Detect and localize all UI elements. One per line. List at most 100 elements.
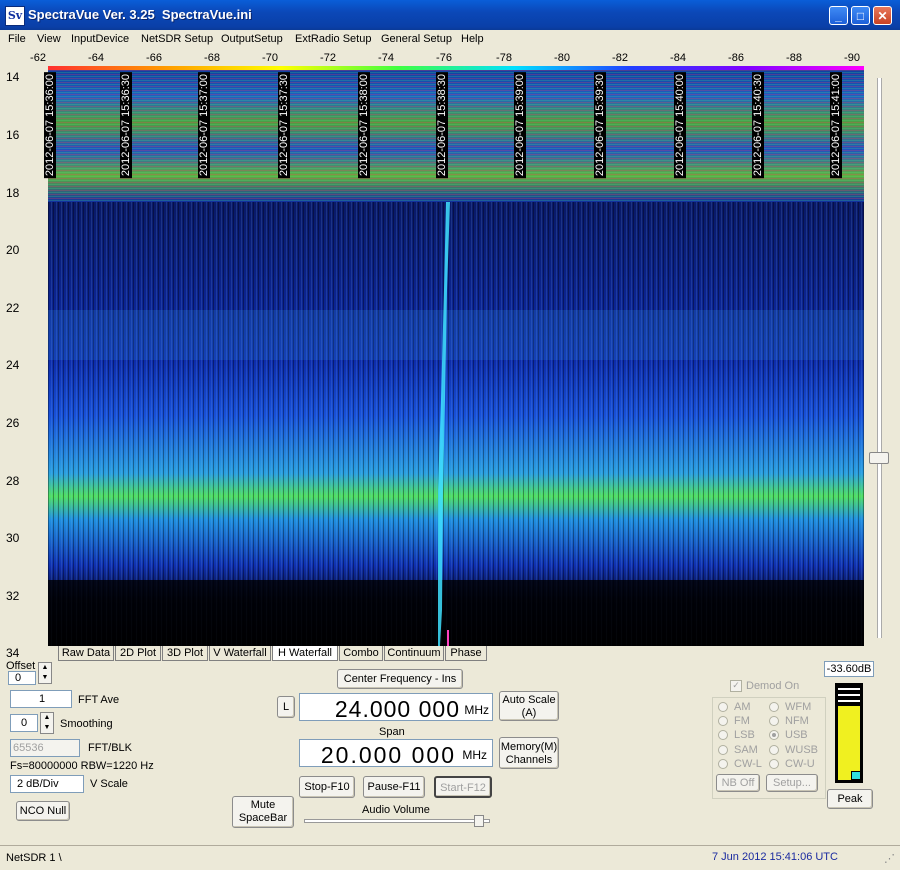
y-tick: 34 (6, 646, 20, 660)
freq-tick: -74 (378, 52, 394, 64)
mute-button[interactable]: Mute SpaceBar (232, 796, 294, 828)
audio-volume-label: Audio Volume (362, 804, 430, 816)
y-tick: 16 (6, 128, 20, 142)
radio-cw-u-label: CW-U (785, 758, 815, 770)
scale-slider-track[interactable] (877, 78, 882, 638)
freq-tick: -84 (670, 52, 686, 64)
menu-view[interactable]: View (37, 33, 61, 45)
tab-v-waterfall[interactable]: V Waterfall (209, 646, 271, 661)
auto-scale-button[interactable]: Auto Scale (A) (499, 691, 559, 721)
radio-wfm-label: WFM (785, 701, 812, 713)
nco-null-button[interactable]: NCO Null (16, 801, 70, 821)
tab-combo[interactable]: Combo (339, 646, 383, 661)
time-label: 2012-06-07 15:37:00 (198, 72, 210, 179)
span-value: 20.000 000 (320, 742, 456, 768)
menu-help[interactable]: Help (461, 33, 484, 45)
minimize-button[interactable]: _ (829, 6, 848, 25)
radio-fm[interactable] (718, 716, 728, 726)
span-display[interactable]: 20.000 000 MHz (299, 739, 493, 768)
radio-am-label: AM (734, 701, 751, 713)
menu-file[interactable]: File (8, 33, 26, 45)
tab-raw-data[interactable]: Raw Data (58, 646, 114, 661)
fft-blk-select[interactable]: 65536 (10, 739, 80, 757)
y-tick: 26 (6, 416, 20, 430)
time-label: 2012-06-07 15:36:00 (44, 72, 56, 179)
auto-scale-label-2: (A) (521, 707, 537, 719)
maximize-button[interactable]: □ (851, 6, 870, 25)
mute-label-1: Mute (250, 799, 276, 811)
menu-netsdr-setup[interactable]: NetSDR Setup (141, 33, 213, 45)
menu-inputdevice[interactable]: InputDevice (71, 33, 129, 45)
y-tick: 24 (6, 358, 20, 372)
stop-button[interactable]: Stop-F10 (299, 776, 355, 798)
demod-on-label: Demod On (746, 680, 800, 692)
scale-slider-thumb[interactable] (869, 452, 889, 464)
center-frequency-unit: MHz (464, 703, 489, 717)
nb-off-button[interactable]: NB Off (716, 774, 760, 792)
radio-usb[interactable] (769, 730, 779, 740)
radio-sam[interactable] (718, 745, 728, 755)
fft-ave-input[interactable]: 1 (10, 690, 72, 708)
y-tick: 18 (6, 186, 20, 200)
tab-3d-plot[interactable]: 3D Plot (162, 646, 208, 661)
smoothing-input[interactable]: 0 (10, 714, 38, 732)
tab-2d-plot[interactable]: 2D Plot (115, 646, 161, 661)
freq-tick: -72 (320, 52, 336, 64)
freq-tick: -64 (88, 52, 104, 64)
menu-general-setup[interactable]: General Setup (381, 33, 452, 45)
center-frequency-button[interactable]: Center Frequency - Ins (337, 669, 463, 689)
radio-nfm[interactable] (769, 716, 779, 726)
smoothing-spinner[interactable]: ▲ ▼ (40, 712, 54, 734)
y-tick: 20 (6, 243, 20, 257)
offset-spinner[interactable]: ▲ ▼ (38, 662, 52, 684)
y-tick: 14 (6, 70, 20, 84)
audio-volume-thumb[interactable] (474, 815, 484, 827)
vscale-select[interactable]: 2 dB/Div (10, 775, 84, 793)
l-button[interactable]: L (277, 696, 295, 718)
radio-cw-u[interactable] (769, 759, 779, 769)
freq-tick: -78 (496, 52, 512, 64)
y-tick: 28 (6, 474, 20, 488)
y-tick: 22 (6, 301, 20, 315)
pause-button[interactable]: Pause-F11 (363, 776, 425, 798)
menu-extradio-setup[interactable]: ExtRadio Setup (295, 33, 371, 45)
radio-wfm[interactable] (769, 702, 779, 712)
radio-cw-l[interactable] (718, 759, 728, 769)
setup-button[interactable]: Setup... (766, 774, 818, 792)
frequency-scale: -62 -64 -66 -68 -70 -72 -74 -76 -78 -80 … (0, 50, 900, 66)
radio-usb-label: USB (785, 729, 808, 741)
start-button[interactable]: Start-F12 (434, 776, 492, 798)
menu-bar: File View InputDevice NetSDR Setup Outpu… (0, 30, 900, 48)
radio-lsb[interactable] (718, 730, 728, 740)
close-button[interactable]: ✕ (873, 6, 892, 25)
demod-on-checkbox[interactable]: ✓ (730, 680, 742, 692)
tab-phase[interactable]: Phase (445, 646, 487, 661)
waterfall-display[interactable]: 2012-06-07 15:36:00 2012-06-07 15:36:30 … (44, 70, 864, 646)
tab-h-waterfall[interactable]: H Waterfall (272, 646, 338, 661)
freq-tick: -90 (844, 52, 860, 64)
meter-peak-marker (851, 771, 861, 780)
time-label: 2012-06-07 15:38:00 (358, 72, 370, 179)
freq-tick: -88 (786, 52, 802, 64)
radio-wusb-label: WUSB (785, 744, 818, 756)
title-bar[interactable]: Sv SpectraVue Ver. 3.25 SpectraVue.ini _… (0, 0, 900, 30)
time-label: 2012-06-07 15:38:30 (436, 72, 448, 179)
radio-am[interactable] (718, 702, 728, 712)
radio-wusb[interactable] (769, 745, 779, 755)
meter-scale-line (838, 700, 860, 702)
offset-input[interactable]: 0 (8, 671, 36, 685)
center-frequency-display[interactable]: 24.000 000 MHz (299, 693, 493, 722)
meter-scale-line (838, 688, 860, 690)
freq-tick: -68 (204, 52, 220, 64)
waterfall-bottom-band (48, 580, 864, 646)
radio-sam-label: SAM (734, 744, 758, 756)
db-readout: -33.60dB (824, 661, 874, 677)
tab-continuum[interactable]: Continuum (384, 646, 444, 661)
audio-volume-track[interactable] (304, 819, 490, 823)
peak-button[interactable]: Peak (827, 789, 873, 809)
meter-scale-line (838, 694, 860, 696)
app-icon: Sv (5, 6, 25, 26)
memory-channels-button[interactable]: Memory(M) Channels (499, 737, 559, 769)
resize-grip-icon[interactable]: ⋰ (884, 852, 895, 865)
menu-outputsetup[interactable]: OutputSetup (221, 33, 283, 45)
